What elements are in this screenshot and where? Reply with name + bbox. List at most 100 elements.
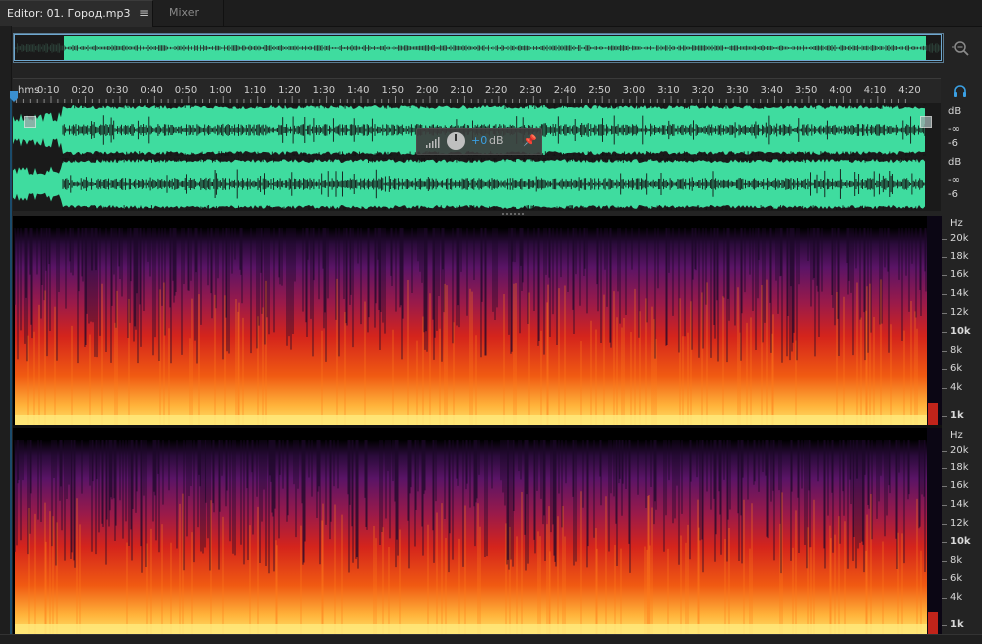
- zoom-icon[interactable]: [951, 38, 971, 58]
- freq-label: 14k: [950, 498, 969, 510]
- ruler-tick-label: 1:20: [278, 85, 301, 96]
- ruler-tick-label: 2:10: [450, 85, 473, 96]
- ruler-tick-label: 1:00: [209, 85, 232, 96]
- amp-inf: -∞: [948, 124, 960, 135]
- freq-label: 10k: [950, 536, 971, 548]
- freq-label: 8k: [950, 345, 963, 356]
- volume-hud[interactable]: +0 dB 📌: [416, 128, 542, 155]
- ruler-tick-label: 2:40: [553, 85, 577, 96]
- ruler-tick-label: 3:20: [691, 85, 715, 96]
- fade-in-handle[interactable]: [24, 116, 36, 128]
- freq-tick: [942, 561, 947, 563]
- tab-mixer[interactable]: Mixer: [153, 0, 224, 26]
- freq-tick: [942, 450, 947, 452]
- ruler-tick-label: 0:50: [174, 85, 198, 96]
- volume-unit: dB: [489, 134, 504, 147]
- tab-editor[interactable]: Editor: 01. Город.mp3 ≡: [0, 0, 153, 27]
- document-tab-bar: Editor: 01. Город.mp3 ≡ Mixer: [0, 0, 982, 27]
- freq-tick: [942, 313, 947, 314]
- ruler-tick-label: 4:10: [863, 85, 887, 96]
- ruler-tick-label: 0:40: [140, 85, 163, 96]
- freq-tick: [942, 504, 947, 506]
- ruler-tick-label: 3:50: [794, 85, 818, 96]
- freq-label: 1k: [950, 619, 964, 631]
- tab-mixer-label: Mixer: [169, 6, 200, 19]
- amp-six: -6: [948, 189, 958, 200]
- headphone-icon[interactable]: [953, 84, 967, 98]
- ruler-tick-label: 3:10: [657, 85, 680, 96]
- freq-tick: [942, 257, 947, 258]
- freq-tick: [942, 625, 947, 627]
- amplitude-scale-ch2: dB -∞ -6: [942, 157, 982, 211]
- ruler-tick-label: 2:50: [588, 85, 611, 96]
- ruler-tick-label: 1:50: [381, 85, 404, 96]
- freq-tick: [942, 239, 947, 240]
- amplitude-scale-ch1: dB -∞ -6: [942, 103, 982, 157]
- panel-menu-icon[interactable]: ≡: [139, 1, 149, 26]
- freq-label: 1k: [950, 410, 964, 421]
- freq-label: 16k: [950, 480, 969, 492]
- freq-tick: [942, 275, 947, 276]
- ruler-tick-label: 2:30: [519, 85, 542, 96]
- freq-tick: [942, 351, 947, 352]
- spectral-display-ch2[interactable]: [13, 428, 942, 634]
- frequency-scale-ch2: Hz 20k 18k 16k 14k 12k 10k 8k 6k 4k 1k: [942, 428, 982, 634]
- freq-tick: [942, 369, 947, 370]
- spectral-display-ch1[interactable]: [13, 216, 942, 425]
- ruler-tick-label: 3:40: [760, 85, 783, 96]
- ruler-tick-label: 0:20: [71, 85, 94, 96]
- freq-label: 4k: [950, 382, 963, 393]
- freq-tick: [942, 468, 947, 470]
- waveform-channels: [13, 104, 926, 210]
- ruler-tick-label: 2:00: [415, 85, 439, 96]
- overview-waveform: [14, 34, 942, 61]
- amp-inf: -∞: [948, 175, 960, 186]
- spectrogram-ch2: [13, 428, 942, 634]
- freq-tick: [942, 578, 947, 580]
- ruler-tick-label: 1:40: [347, 85, 370, 96]
- freq-label: 4k: [950, 591, 963, 603]
- freq-label: 6k: [950, 363, 963, 374]
- ruler-tick-label: 0:30: [105, 85, 129, 96]
- freq-label: 10k: [950, 326, 971, 337]
- freq-tick: [942, 523, 947, 525]
- freq-label: 8k: [950, 555, 963, 567]
- amp-six: -6: [948, 138, 958, 149]
- freq-tick: [942, 388, 947, 389]
- freq-unit: Hz: [950, 218, 963, 229]
- amp-unit: dB: [948, 157, 962, 168]
- pin-icon[interactable]: 📌: [523, 134, 537, 147]
- volume-icon: [426, 137, 440, 148]
- volume-knob[interactable]: [447, 132, 465, 150]
- tab-editor-label: Editor: 01. Город.mp3: [7, 7, 131, 20]
- ruler-tick-label: 2:20: [484, 85, 508, 96]
- ruler-tick-label: 0:10: [37, 85, 60, 96]
- freq-tick: [942, 542, 947, 544]
- playhead-icon[interactable]: [9, 91, 19, 103]
- frequency-scale-ch1: Hz 20k 18k 16k 14k 12k 10k 8k 6k 4k 1k: [942, 216, 982, 425]
- freq-tick: [942, 486, 947, 488]
- freq-tick: [942, 416, 947, 417]
- ruler-tick-label: 3:00: [622, 85, 646, 96]
- freq-label: 18k: [950, 251, 969, 262]
- freq-label: 6k: [950, 572, 963, 584]
- freq-tick: [942, 597, 947, 599]
- overview-navigator[interactable]: [13, 33, 944, 63]
- freq-label: 18k: [950, 462, 969, 474]
- left-panel-edge: [0, 26, 12, 643]
- ruler-tick-label: 3:30: [726, 85, 749, 96]
- time-ruler[interactable]: hms 0:10 0:20 0:30 0:40 0:50 1:00 1:10 1:20 1:30…: [13, 78, 941, 104]
- freq-tick: [942, 294, 947, 295]
- spectrogram-ch1: [13, 216, 942, 425]
- amp-unit: dB: [948, 106, 962, 117]
- fade-out-handle[interactable]: [920, 116, 932, 128]
- freq-label: 20k: [950, 444, 969, 456]
- waveform-display[interactable]: [13, 103, 941, 211]
- freq-label: 14k: [950, 288, 969, 299]
- volume-value[interactable]: +0: [471, 134, 487, 147]
- freq-tick: [942, 332, 947, 333]
- ruler-tick-label: 4:00: [829, 85, 852, 96]
- freq-label: 12k: [950, 517, 969, 529]
- freq-label: 20k: [950, 233, 969, 244]
- ruler-tick-label: 1:10: [243, 85, 267, 96]
